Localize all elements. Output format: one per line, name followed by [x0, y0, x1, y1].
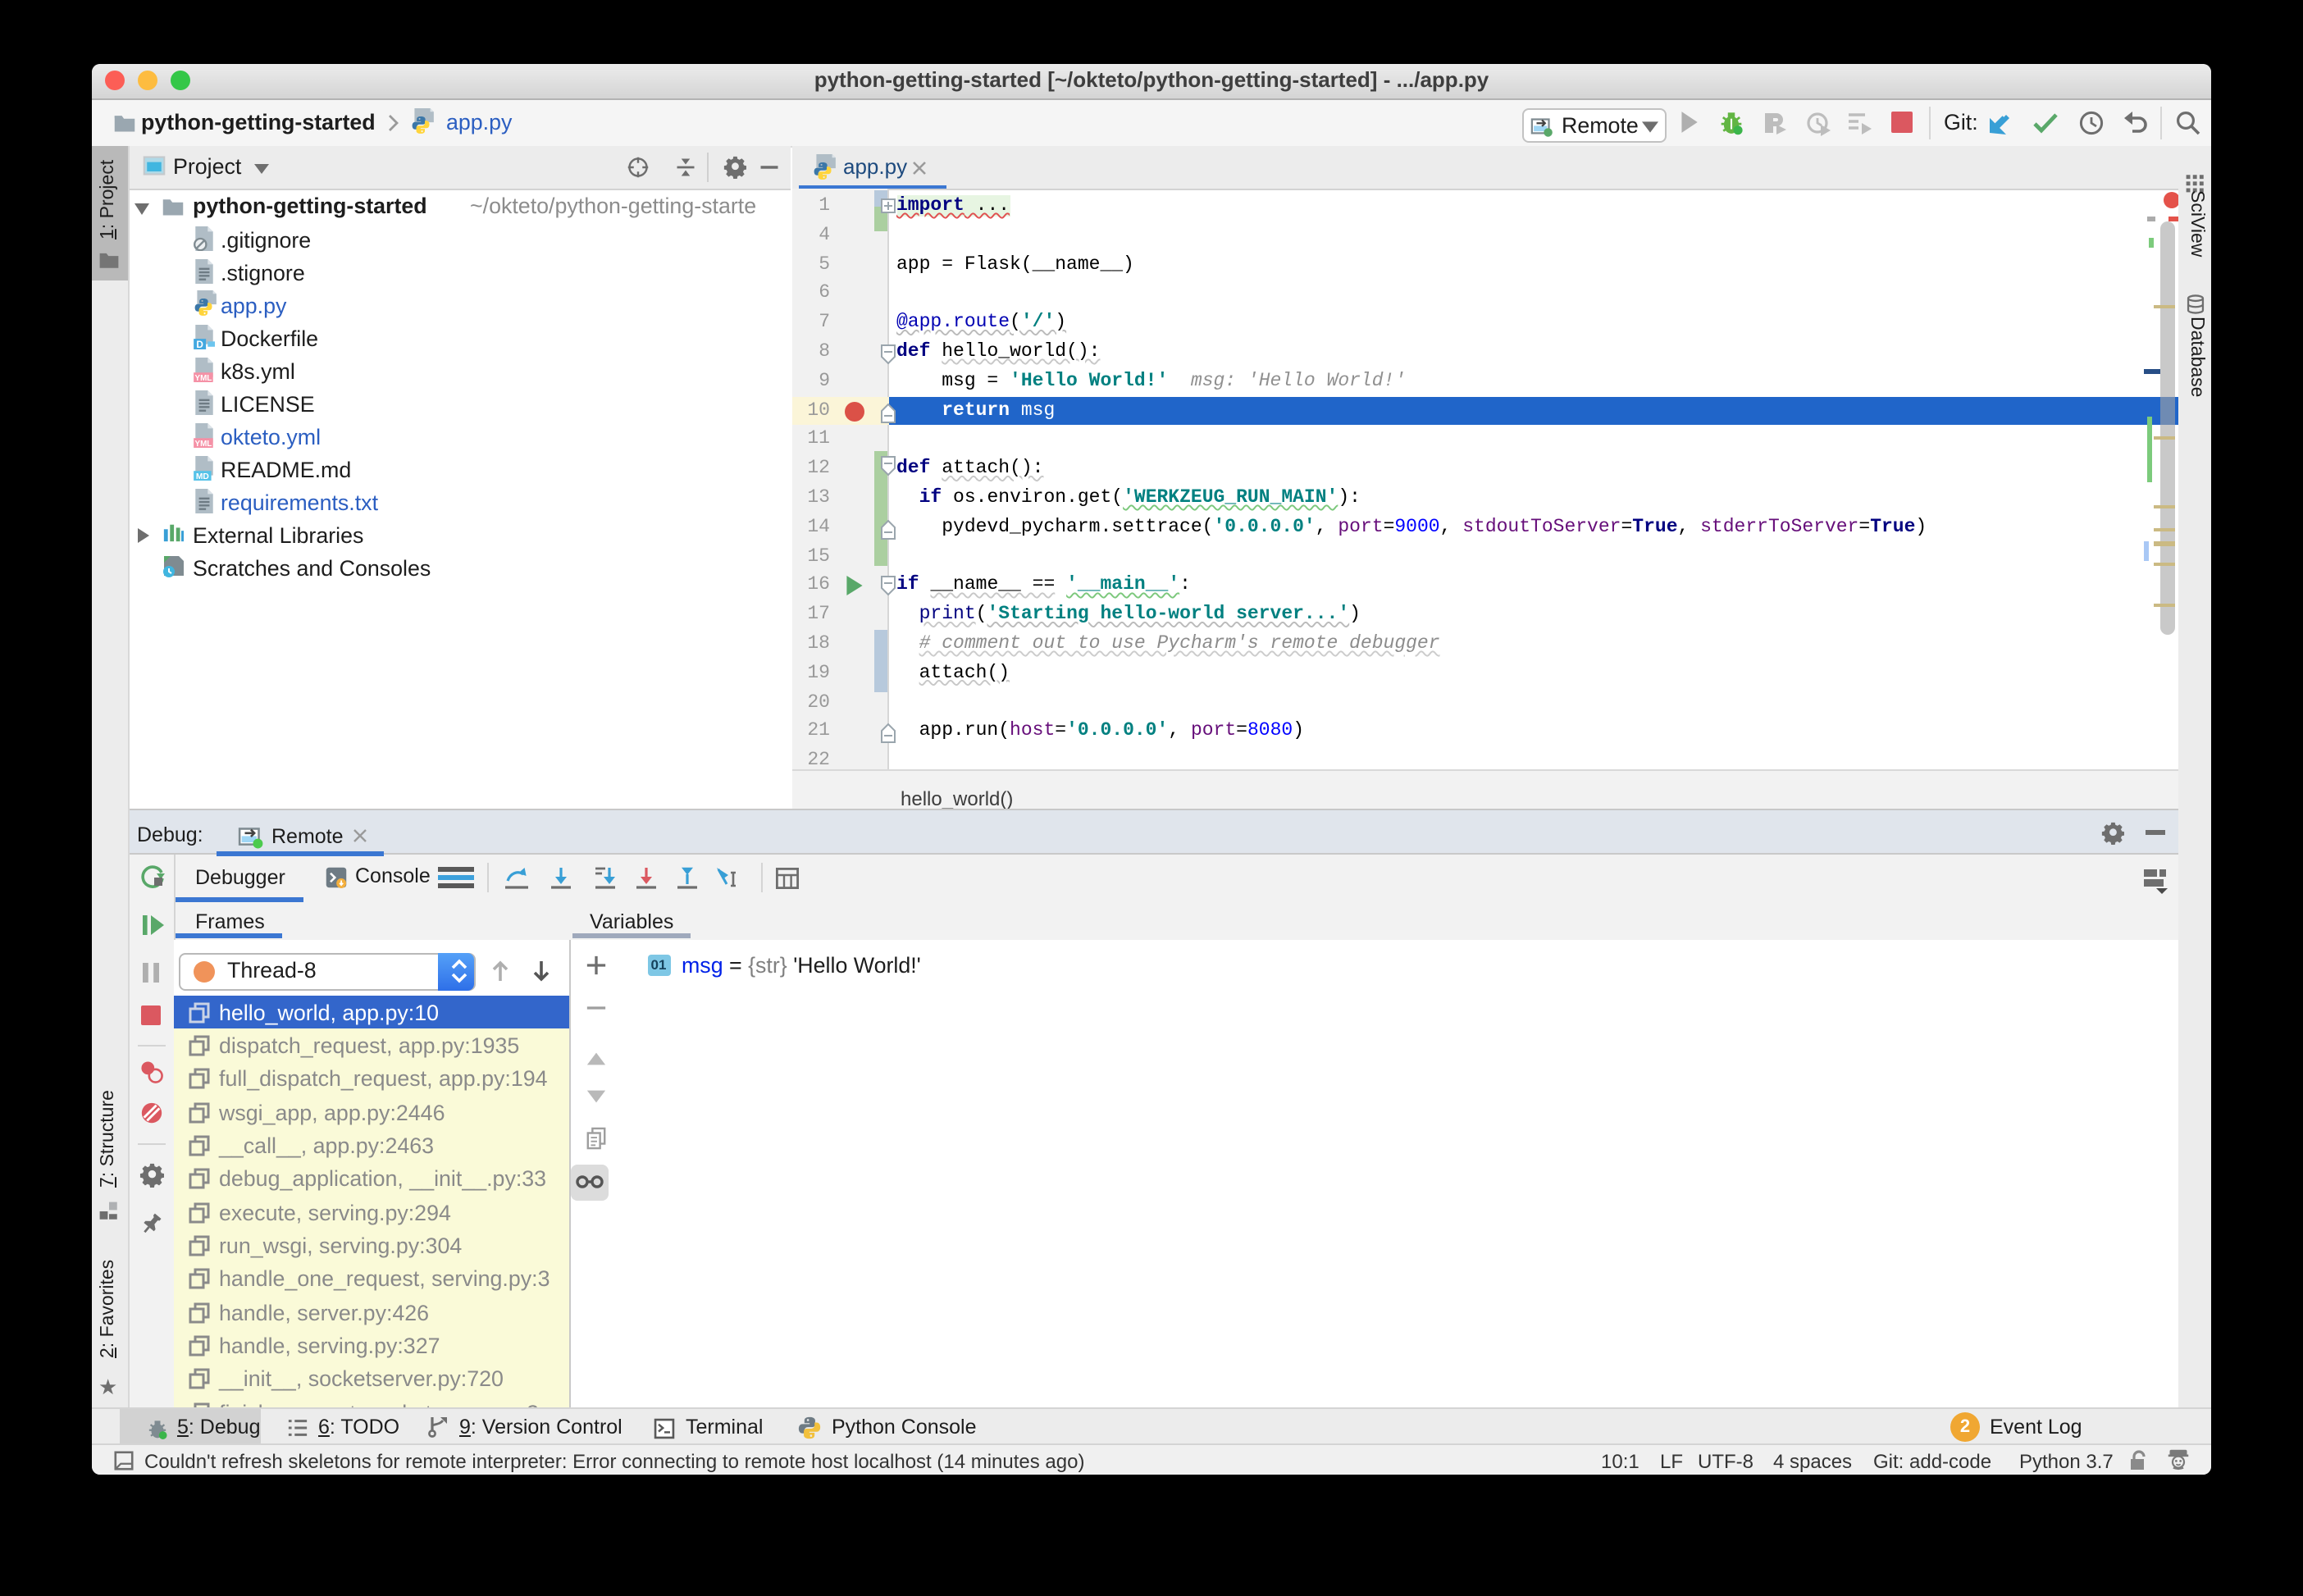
svg-text:MD: MD [195, 472, 208, 480]
svg-text:YML: YML [194, 439, 212, 447]
svg-text:D: D [195, 339, 203, 349]
svg-text:YML: YML [194, 373, 212, 381]
